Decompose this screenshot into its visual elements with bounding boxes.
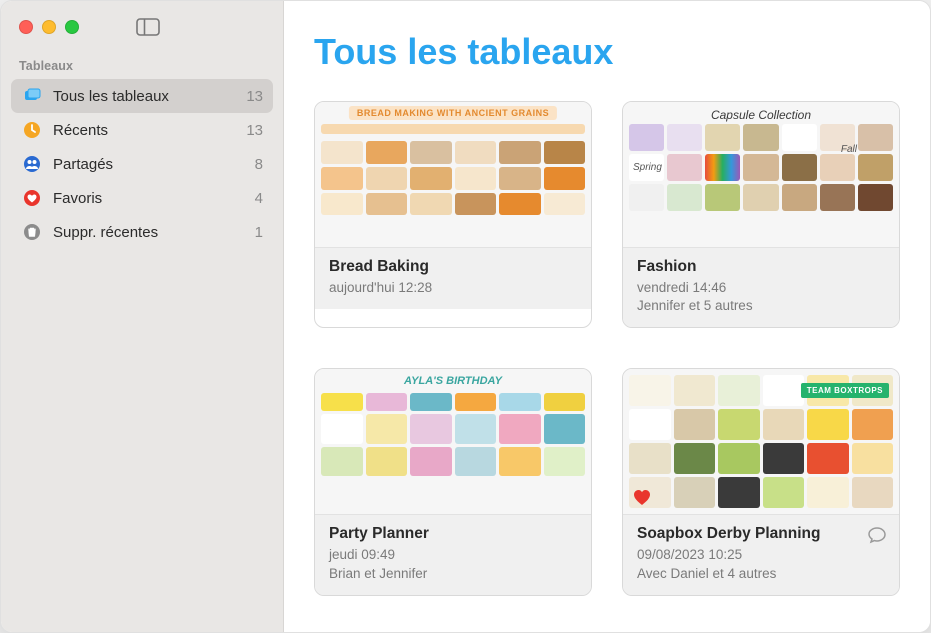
- minimize-window-button[interactable]: [42, 20, 56, 34]
- sidebar-item-count: 8: [255, 156, 263, 173]
- sidebar-item-label: Tous les tableaux: [53, 88, 236, 105]
- board-thumbnail: Capsule Collection Spring Fall: [623, 102, 899, 247]
- board-grid: BREAD MAKING WITH ANCIENT GRAINS Bread B…: [314, 101, 900, 596]
- board-date: jeudi 09:49: [329, 546, 577, 564]
- board-thumbnail: TEAM BOXTROPS: [623, 369, 899, 514]
- sidebar-item-label: Suppr. récentes: [53, 224, 245, 241]
- sidebar: Tableaux Tous les tableaux 13 Récents 13: [1, 1, 284, 632]
- board-title: Party Planner: [329, 525, 577, 543]
- board-title: Soapbox Derby Planning: [637, 525, 885, 543]
- sidebar-item-all[interactable]: Tous les tableaux 13: [11, 79, 273, 113]
- app-window: Tableaux Tous les tableaux 13 Récents 13: [0, 0, 931, 633]
- sidebar-item-favorites[interactable]: Favoris 4: [11, 181, 273, 215]
- board-meta: Bread Baking aujourd'hui 12:28: [315, 247, 591, 309]
- main-content: Tous les tableaux BREAD MAKING WITH ANCI…: [284, 1, 930, 632]
- thumb-banner: BREAD MAKING WITH ANCIENT GRAINS: [349, 106, 557, 120]
- board-card[interactable]: BREAD MAKING WITH ANCIENT GRAINS Bread B…: [314, 101, 592, 328]
- board-title: Bread Baking: [329, 258, 577, 276]
- sidebar-item-label: Favoris: [53, 190, 245, 207]
- thumb-label-left: Spring: [633, 162, 662, 173]
- favorite-heart-icon: [631, 486, 653, 508]
- board-meta: Fashion vendredi 14:46 Jennifer et 5 aut…: [623, 247, 899, 327]
- chat-icon: [867, 525, 887, 550]
- window-controls: [19, 20, 79, 34]
- board-date: aujourd'hui 12:28: [329, 279, 577, 297]
- toggle-sidebar-button[interactable]: [130, 13, 166, 41]
- board-people: Jennifer et 5 autres: [637, 297, 885, 315]
- thumb-banner: TEAM BOXTROPS: [801, 383, 889, 398]
- sidebar-item-trash[interactable]: Suppr. récentes 1: [11, 215, 273, 249]
- board-meta: Soapbox Derby Planning 09/08/2023 10:25 …: [623, 514, 899, 594]
- board-people: Brian et Jennifer: [329, 565, 577, 583]
- people-icon: [21, 153, 43, 175]
- board-people: Avec Daniel et 4 autres: [637, 565, 885, 583]
- board-date: vendredi 14:46: [637, 279, 885, 297]
- thumb-label-right: Fall: [841, 144, 857, 155]
- sidebar-item-shared[interactable]: Partagés 8: [11, 147, 273, 181]
- board-card[interactable]: AYLA'S BIRTHDAY Party Planner jeudi 09:4…: [314, 368, 592, 595]
- close-window-button[interactable]: [19, 20, 33, 34]
- sidebar-item-count: 13: [246, 88, 263, 105]
- sidebar-item-count: 4: [255, 190, 263, 207]
- zoom-window-button[interactable]: [65, 20, 79, 34]
- sidebar-section-label: Tableaux: [1, 53, 283, 79]
- sidebar-list: Tous les tableaux 13 Récents 13 Partagés…: [1, 79, 283, 249]
- board-meta: Party Planner jeudi 09:49 Brian et Jenni…: [315, 514, 591, 594]
- sidebar-item-count: 1: [255, 224, 263, 241]
- page-title: Tous les tableaux: [314, 31, 900, 73]
- clock-icon: [21, 119, 43, 141]
- board-thumbnail: AYLA'S BIRTHDAY: [315, 369, 591, 514]
- titlebar: [1, 1, 283, 53]
- thumb-banner: AYLA'S BIRTHDAY: [404, 375, 502, 387]
- board-card[interactable]: TEAM BOXTROPS Soapbox Derby: [622, 368, 900, 595]
- trash-icon: [21, 221, 43, 243]
- board-date: 09/08/2023 10:25: [637, 546, 885, 564]
- board-icon: [21, 85, 43, 107]
- sidebar-icon: [136, 18, 160, 36]
- board-thumbnail: BREAD MAKING WITH ANCIENT GRAINS: [315, 102, 591, 247]
- sidebar-item-label: Récents: [53, 122, 236, 139]
- board-title: Fashion: [637, 258, 885, 276]
- board-card[interactable]: Capsule Collection Spring Fall Fashion v…: [622, 101, 900, 328]
- sidebar-item-label: Partagés: [53, 156, 245, 173]
- thumb-banner: Capsule Collection: [711, 108, 811, 122]
- sidebar-item-recents[interactable]: Récents 13: [11, 113, 273, 147]
- heart-icon: [21, 187, 43, 209]
- sidebar-item-count: 13: [246, 122, 263, 139]
